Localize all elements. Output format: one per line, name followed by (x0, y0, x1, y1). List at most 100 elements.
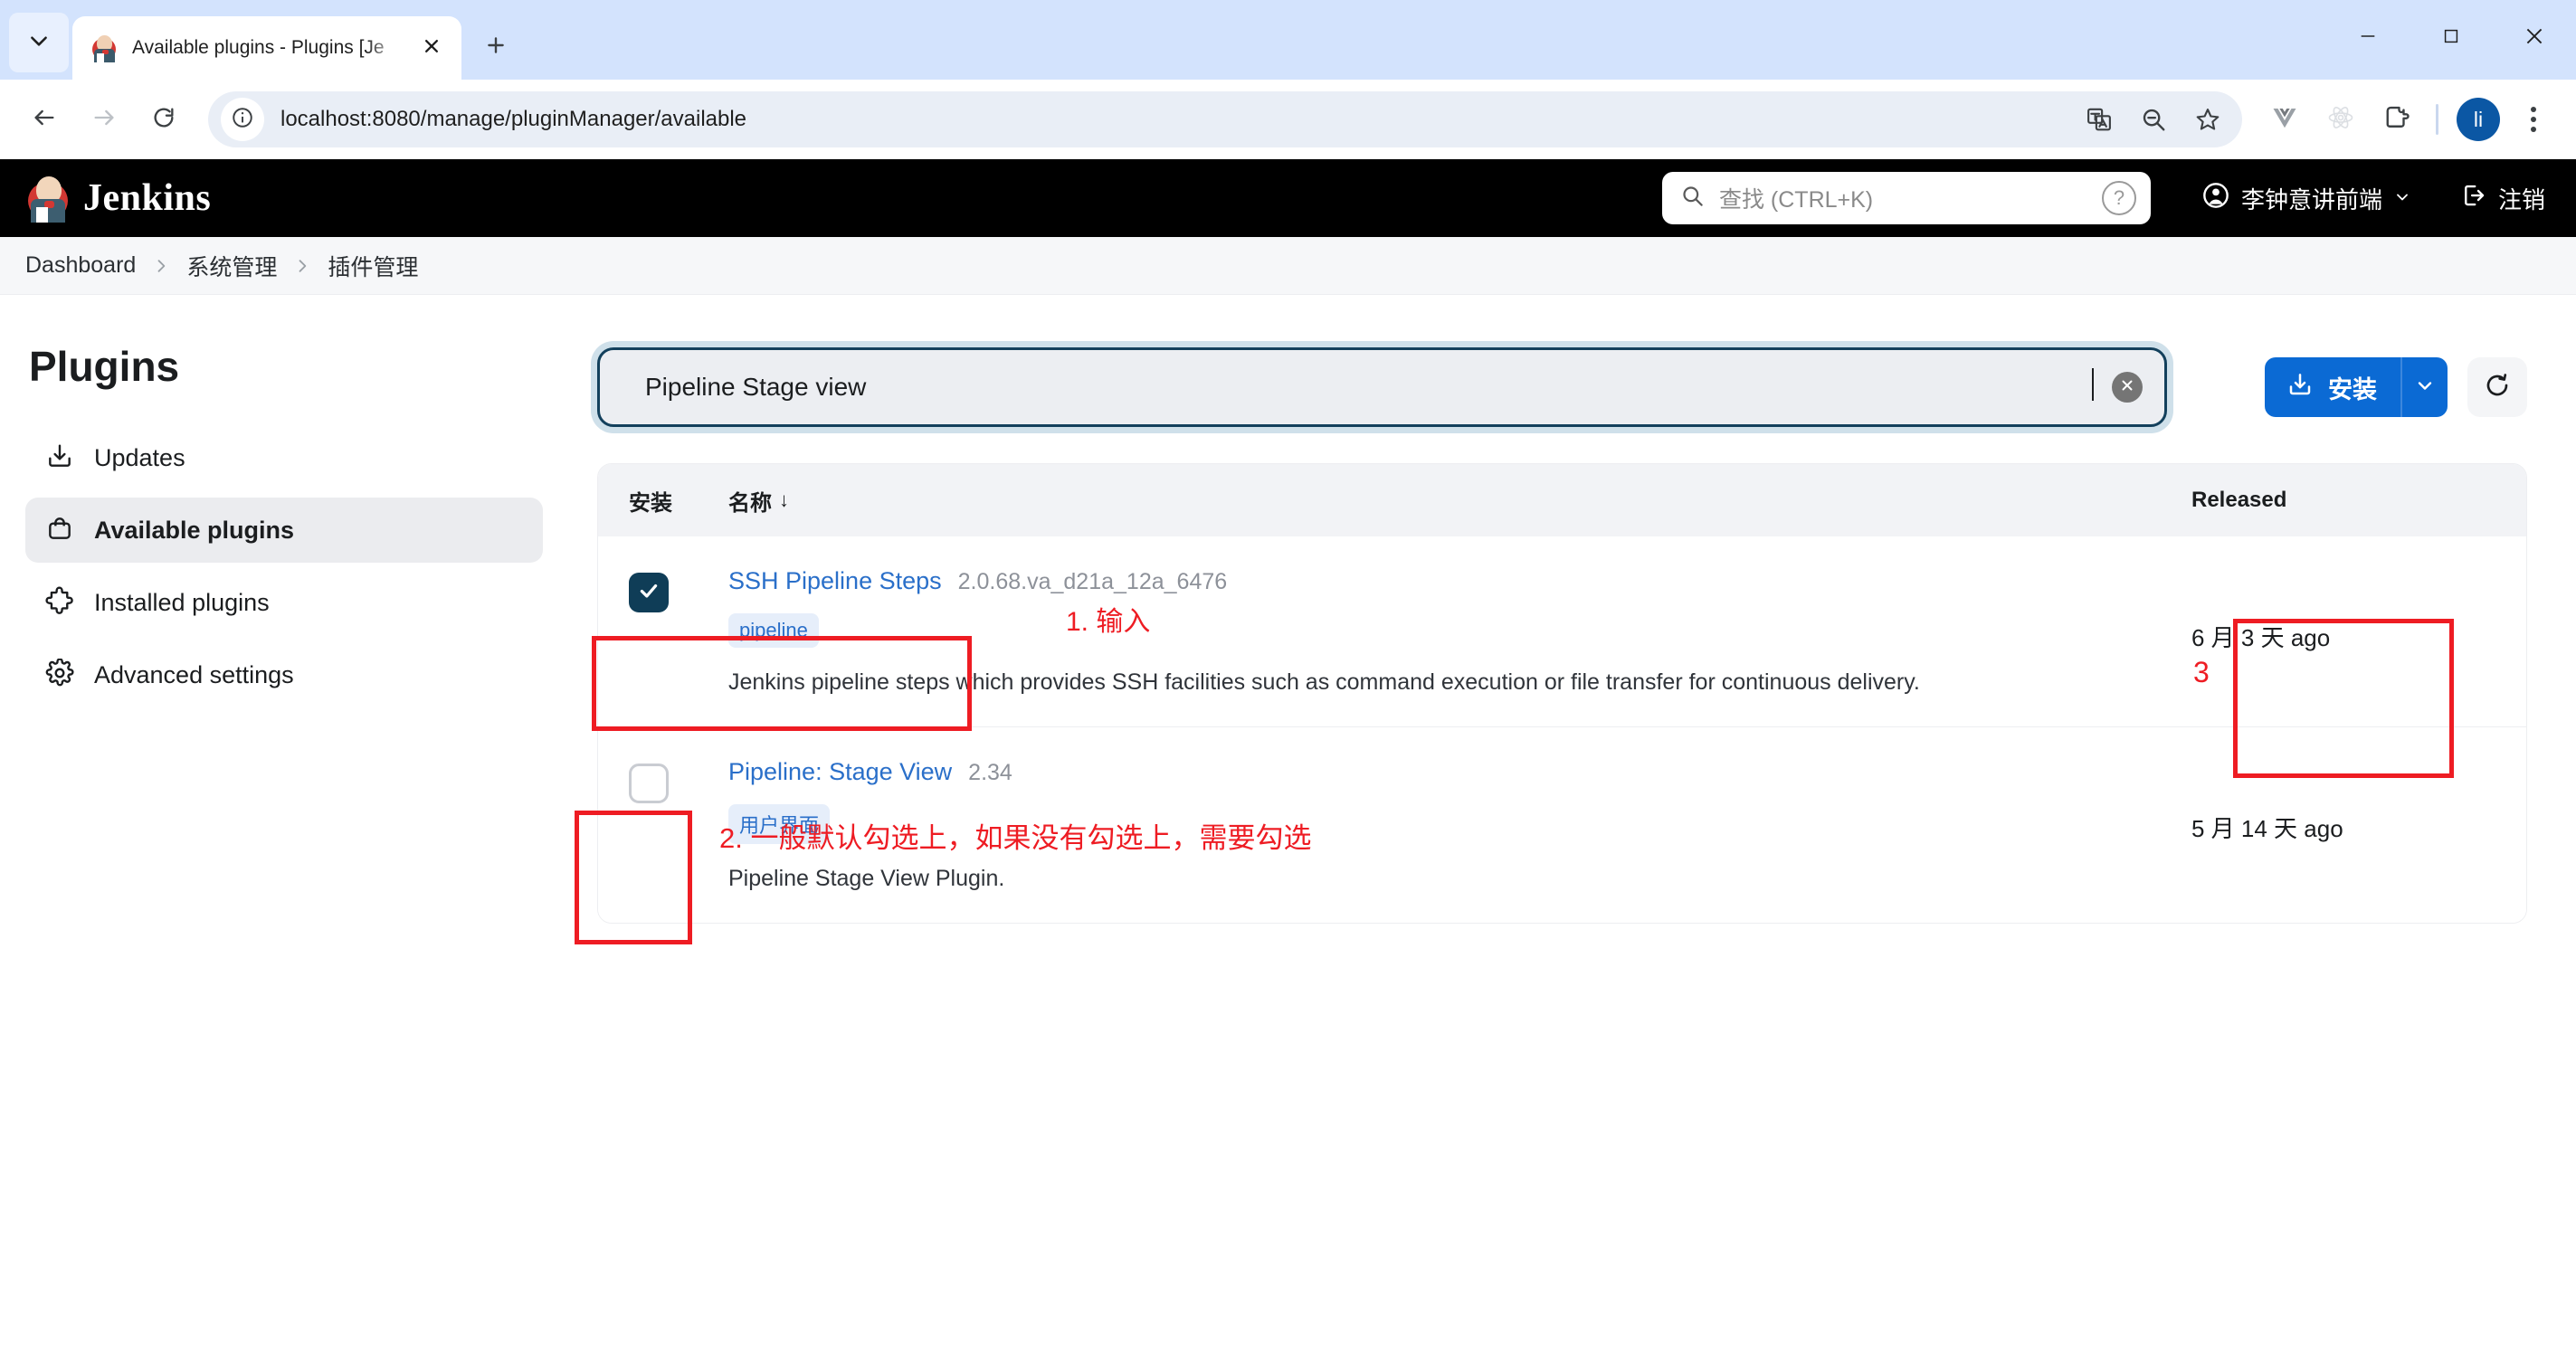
logout-button[interactable]: 注销 (2460, 182, 2545, 215)
jenkins-logo-icon (25, 174, 71, 223)
chevron-down-icon (27, 29, 51, 57)
profile-avatar[interactable]: li (2457, 98, 2500, 141)
zoom-out-icon[interactable] (2128, 94, 2179, 145)
chevron-right-icon (293, 257, 311, 275)
arrow-left-icon (32, 105, 57, 135)
extensions-button[interactable] (2371, 93, 2423, 146)
column-header-name-label: 名称 (728, 490, 772, 516)
breadcrumb-item-dashboard[interactable]: Dashboard (25, 252, 136, 279)
install-split-button: 安装 (2265, 357, 2448, 417)
install-button[interactable]: 安装 (2265, 357, 2400, 417)
window-controls (2326, 0, 2576, 76)
window-close-button[interactable] (2493, 0, 2576, 76)
tab-search-button[interactable] (9, 13, 69, 72)
sidebar-item-available-plugins[interactable]: Available plugins (25, 498, 543, 563)
sort-descending-icon: ↓ (779, 489, 789, 511)
plus-icon (484, 33, 508, 62)
plugin-description: Pipeline Stage View Plugin. (728, 866, 1005, 891)
install-dropdown-button[interactable] (2400, 357, 2448, 417)
table-header-row: 安装 名称 ↓ Released (598, 464, 2526, 536)
shopping-bag-icon (45, 514, 74, 547)
arrow-right-icon (91, 105, 117, 135)
sidebar-item-advanced-settings[interactable]: Advanced settings (25, 642, 543, 707)
plugin-name-link[interactable]: SSH Pipeline Steps (728, 567, 942, 595)
chevron-down-icon (2393, 185, 2411, 213)
clear-circle-icon (2119, 377, 2135, 398)
back-button[interactable] (16, 91, 72, 147)
sidebar-item-label: Available plugins (94, 516, 295, 544)
plugin-search-input[interactable]: Pipeline Stage view (645, 368, 2094, 402)
breadcrumb-item-plugin-management[interactable]: 插件管理 (328, 250, 418, 282)
plugin-search-box[interactable]: Pipeline Stage view (597, 347, 2167, 427)
reload-button[interactable] (136, 91, 192, 147)
site-info-button[interactable] (221, 98, 264, 141)
plugin-toolbar: Pipeline Stage view 安装 (597, 347, 2527, 427)
puzzle-icon (2383, 104, 2410, 136)
vue-icon (2271, 104, 2298, 136)
plugin-install-checkbox[interactable] (629, 573, 669, 612)
logout-label: 注销 (2497, 185, 2545, 213)
reload-icon (151, 105, 176, 135)
jenkins-search-input[interactable]: 查找 (CTRL+K) (1719, 182, 2087, 214)
search-help-icon[interactable]: ? (2101, 181, 2136, 215)
user-name: 李钟意讲前端 (2240, 185, 2382, 213)
gear-icon (45, 657, 74, 692)
main-area: Plugins Updates Available plugins Instal… (0, 295, 2576, 1366)
jenkins-search-box[interactable]: 查找 (CTRL+K) ? (1661, 172, 2151, 224)
new-tab-button[interactable] (471, 22, 521, 72)
puzzle-piece-icon (45, 586, 74, 620)
plugin-description: Jenkins pipeline steps which provides SS… (728, 669, 1920, 695)
sidebar-item-installed-plugins[interactable]: Installed plugins (25, 570, 543, 635)
browser-toolbar: localhost:8080/manage/pluginManager/avai… (0, 80, 2576, 159)
plugin-install-checkbox-cell (629, 758, 728, 892)
plugin-info-cell: SSH Pipeline Steps 2.0.68.va_d21a_12a_64… (728, 567, 2191, 696)
info-circle-icon (231, 106, 254, 134)
plugin-install-checkbox-cell (629, 567, 728, 696)
bookmark-star-icon[interactable] (2182, 94, 2233, 145)
browser-tab[interactable]: Available plugins - Plugins [Je (72, 16, 461, 80)
logout-icon (2460, 182, 2487, 215)
plugin-install-checkbox[interactable] (629, 764, 669, 803)
react-icon (2327, 104, 2354, 136)
jenkins-favicon (90, 33, 119, 62)
refresh-button[interactable] (2467, 357, 2527, 417)
address-bar[interactable]: localhost:8080/manage/pluginManager/avai… (208, 91, 2242, 147)
chevron-right-icon (152, 257, 170, 275)
user-menu[interactable]: 李钟意讲前端 (2201, 181, 2411, 216)
sidebar-item-label: Updates (94, 443, 185, 471)
install-button-label: 安装 (2328, 375, 2377, 403)
plugin-version: 2.0.68.va_d21a_12a_6476 (957, 569, 1228, 594)
table-row: Pipeline: Stage View 2.34 用户界面 Pipeline … (598, 727, 2526, 923)
forward-button[interactable] (76, 91, 132, 147)
window-minimize-button[interactable] (2326, 0, 2410, 76)
search-icon (1680, 184, 1705, 213)
plugin-released-date: 5 月 14 天 ago (2191, 815, 2343, 842)
close-icon (423, 37, 441, 60)
plugin-category-tag[interactable]: 用户界面 (728, 804, 831, 844)
page-title: Plugins (29, 343, 180, 390)
sidebar-item-label: Installed plugins (94, 588, 270, 616)
plugin-name-link[interactable]: Pipeline: Stage View (728, 758, 952, 786)
column-header-install: 安装 (629, 490, 672, 516)
plugin-released-date: 6 月 3 天 ago (2191, 624, 2331, 651)
vue-devtools-button[interactable] (2258, 93, 2311, 146)
jenkins-header: Jenkins 查找 (CTRL+K) ? 李钟意讲前端 注销 (0, 159, 2576, 237)
clear-search-button[interactable] (2112, 372, 2143, 403)
plugin-category-tag[interactable]: pipeline (728, 613, 819, 648)
browser-tab-title: Available plugins - Plugins [Je (132, 37, 385, 58)
react-devtools-button[interactable] (2315, 93, 2367, 146)
window-maximize-button[interactable] (2410, 0, 2493, 76)
column-header-released: Released (2191, 488, 2287, 512)
breadcrumb: Dashboard 系统管理 插件管理 (0, 237, 2576, 295)
browser-menu-button[interactable] (2509, 95, 2558, 144)
content-area: Pipeline Stage view 安装 安装 名称 ↓ Released … (579, 295, 2576, 1366)
download-box-icon (45, 441, 74, 475)
chevron-down-icon (2414, 375, 2436, 401)
breadcrumb-item-system-management[interactable]: 系统管理 (186, 250, 277, 282)
jenkins-logo[interactable]: Jenkins (25, 174, 211, 223)
tab-close-button[interactable] (416, 33, 447, 63)
three-dots-icon (2531, 107, 2536, 112)
sidebar-item-updates[interactable]: Updates (25, 425, 543, 490)
column-header-name[interactable]: 名称 ↓ (728, 485, 2191, 517)
translate-icon[interactable] (2074, 94, 2124, 145)
